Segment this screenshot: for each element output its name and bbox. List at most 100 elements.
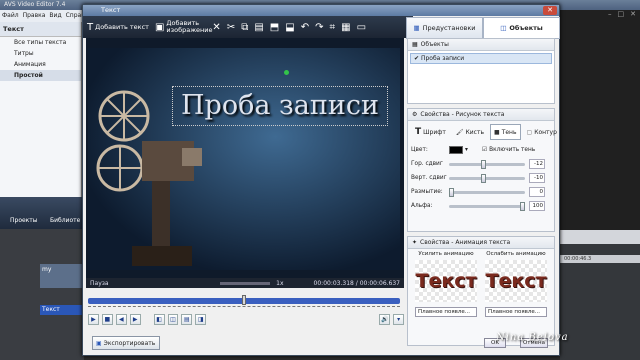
delete-icon[interactable]: ✕: [212, 22, 220, 33]
panel-tabs: ▦ Предустановки ◫ Объекты: [406, 17, 560, 39]
shadow-checkbox[interactable]: ☑: [482, 147, 487, 153]
tab-shadow-label: Тень: [501, 128, 517, 136]
close-icon[interactable]: ✕: [630, 10, 636, 20]
zoom-slider[interactable]: [220, 281, 271, 285]
animation-icon: ✦: [412, 239, 418, 246]
timeline-ruler: 00:00:46.3: [560, 255, 640, 263]
tab-brush-label: Кисть: [465, 128, 485, 136]
preview-text-object[interactable]: Проба записи: [172, 86, 388, 126]
watermark-signature: Nina Belova: [496, 332, 569, 343]
objects-section-icon: ▦: [412, 41, 418, 48]
grid-icon[interactable]: ▦: [341, 22, 350, 33]
bring-front-icon[interactable]: ⬒: [270, 22, 279, 33]
send-back-icon[interactable]: ⬓: [285, 22, 294, 33]
slider-track[interactable]: [449, 201, 525, 211]
minimize-icon[interactable]: –: [608, 10, 612, 20]
window-controls: – □ ✕: [562, 10, 640, 20]
props-header-label: Свойства - Рисунок текста: [420, 111, 505, 118]
rotation-handle[interactable]: [284, 70, 289, 75]
tab-objects[interactable]: ◫ Объекты: [483, 17, 560, 39]
copy-icon[interactable]: ⧉: [241, 22, 248, 33]
next-frame-icon[interactable]: ▶: [129, 313, 141, 325]
slider-label: Гор. сдвиг: [411, 161, 443, 167]
slider-track[interactable]: [449, 159, 525, 169]
slider-thumb[interactable]: [449, 187, 454, 197]
anim-out-preview[interactable]: Текст: [485, 260, 547, 302]
sidebar-header: Текст: [0, 22, 81, 37]
slider-row: Верт. сдвиг -10: [408, 171, 554, 185]
anim-header-label: Свойства - Анимация текста: [420, 239, 511, 246]
timeline-text-clip[interactable]: Текст: [40, 305, 84, 315]
display-icon[interactable]: ▭: [357, 22, 366, 33]
volume-dropdown-icon[interactable]: ▾: [393, 313, 405, 325]
slider-thumb[interactable]: [480, 173, 486, 183]
projects-tab[interactable]: Проекты: [10, 217, 38, 224]
object-item[interactable]: ✔ Проба записи: [410, 53, 552, 64]
add-text-button[interactable]: T Добавить текст: [87, 22, 149, 33]
add-image-label: Добавить изображение: [166, 19, 213, 34]
slider-track[interactable]: [449, 187, 525, 197]
clip-icon[interactable]: ▤: [181, 313, 193, 325]
tab-shadow[interactable]: ■ Тень: [490, 124, 521, 140]
paste-icon[interactable]: ▤: [254, 22, 263, 33]
split-icon[interactable]: ◫: [167, 313, 179, 325]
slider-row: Размытие: 0: [408, 185, 554, 199]
library-tab[interactable]: Библиоте: [50, 217, 80, 224]
sidebar-item-simple[interactable]: Простой: [0, 70, 81, 81]
checkbox-checked-icon[interactable]: ✔: [414, 55, 419, 62]
anim-in-preview[interactable]: Текст: [415, 260, 477, 302]
mark-out-icon[interactable]: ◨: [195, 313, 207, 325]
font-icon: T: [415, 127, 422, 137]
slider-value[interactable]: -12: [529, 159, 545, 169]
maximize-icon[interactable]: □: [618, 10, 625, 20]
add-image-button[interactable]: ▣ Добавить изображение: [154, 19, 213, 34]
undo-icon[interactable]: ↶: [301, 22, 309, 33]
objects-header: ▦ Объекты: [408, 39, 554, 51]
app-timeline: my Текст: [0, 229, 84, 360]
slider-label: Размытие:: [411, 189, 443, 195]
crop-icon[interactable]: ⌗: [329, 22, 335, 33]
anim-in-select[interactable]: Плавное появле...: [415, 307, 477, 317]
color-swatch[interactable]: [449, 146, 463, 154]
tab-font[interactable]: T Шрифт: [411, 124, 450, 140]
tab-presets[interactable]: ▦ Предустановки: [406, 17, 483, 39]
play-icon[interactable]: ▶: [88, 313, 99, 325]
image-icon: ▣: [154, 21, 165, 33]
cut-icon[interactable]: ✂: [227, 22, 235, 33]
timeline-media-clip[interactable]: my: [40, 264, 84, 288]
menu-edit[interactable]: Правка: [23, 12, 46, 20]
slider-value[interactable]: 0: [529, 187, 545, 197]
sidebar-item-titles[interactable]: Титры: [0, 48, 81, 59]
settings-icon: ⚙: [412, 111, 418, 118]
scrub-handle[interactable]: [242, 295, 246, 305]
objects-panel: ▦ Объекты ✔ Проба записи: [407, 38, 555, 104]
time-display: 00:00:03.318 / 00:00:06.637: [313, 279, 400, 287]
slider-thumb[interactable]: [480, 159, 486, 169]
stop-icon[interactable]: ■: [101, 313, 113, 325]
sidebar-item-animation[interactable]: Анимация: [0, 59, 81, 70]
mark-in-icon[interactable]: ◧: [153, 313, 165, 325]
anim-in-column: Усилить анимацию Текст Плавное появле...: [414, 251, 478, 317]
slider-track[interactable]: [449, 173, 525, 183]
sidebar-item-all-types[interactable]: Все типы текста: [0, 37, 81, 48]
redo-icon[interactable]: ↷: [315, 22, 323, 33]
menu-view[interactable]: Вид: [49, 12, 61, 20]
volume-icon[interactable]: 🔊: [379, 313, 391, 325]
slider-value[interactable]: 100: [529, 201, 545, 211]
color-dropdown-icon[interactable]: ▾: [465, 147, 468, 153]
menu-file[interactable]: Файл: [2, 12, 19, 20]
anim-out-select[interactable]: Плавное появле...: [485, 307, 547, 317]
property-tabs: T Шрифт 🖌 Кисть ■ Тень ▢ Контур: [408, 121, 557, 143]
slider-thumb[interactable]: [520, 201, 525, 211]
objects-header-label: Объекты: [420, 41, 449, 48]
dialog-close-button[interactable]: ✕: [543, 6, 557, 15]
export-button[interactable]: ▣ Экспортировать: [92, 336, 160, 350]
tab-outline-label: Контур: [534, 128, 557, 136]
prev-frame-icon[interactable]: ◀: [115, 313, 127, 325]
app-right-toolbar: [560, 230, 640, 244]
slider-value[interactable]: -10: [529, 173, 545, 183]
tab-brush[interactable]: 🖌 Кисть: [452, 124, 488, 140]
text-type-sidebar: Текст Все типы текста Титры Анимация Про…: [0, 22, 82, 197]
tab-outline[interactable]: ▢ Контур: [523, 124, 561, 140]
anim-out-label: Ослабить анимацию: [486, 251, 546, 257]
